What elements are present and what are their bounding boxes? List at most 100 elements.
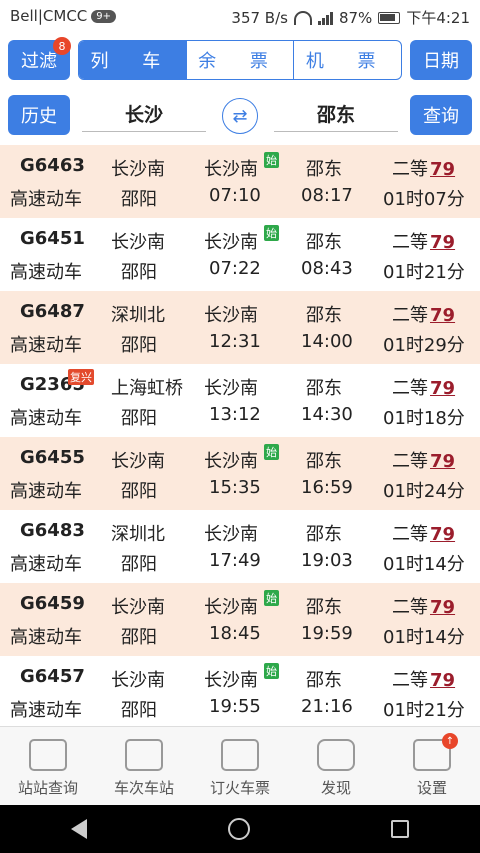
- origin-station-badge: 始: [264, 663, 279, 679]
- seat-label: 二等: [392, 524, 428, 545]
- nav-settings[interactable]: ↑ 设置: [384, 727, 480, 805]
- origin-station-badge: 始: [264, 590, 279, 606]
- clock: 下午4:21: [406, 9, 470, 27]
- train-type: 高速动车: [10, 627, 82, 648]
- date-label: 日期: [423, 51, 459, 72]
- train-number: G6451: [20, 228, 85, 249]
- train-type: 高速动车: [10, 700, 82, 721]
- origin-station: 长沙南: [111, 159, 165, 180]
- terminal-city: 邵阳: [121, 481, 157, 502]
- train-row[interactable]: G6459 高速动车 长沙南 邵阳 长沙南 18:45 邵东 19:59 01时14分 二等 79 始: [0, 583, 480, 656]
- arrival-station: 邵东: [306, 378, 342, 399]
- nav-book-ticket[interactable]: 订火车票: [192, 727, 288, 805]
- tab-flights[interactable]: 机 票: [293, 41, 401, 79]
- price-link[interactable]: 79: [430, 524, 455, 545]
- nav-label: 站站查询: [17, 779, 78, 797]
- origin-station: 深圳北: [111, 524, 165, 545]
- nav-discover[interactable]: 发现: [288, 727, 384, 805]
- tab-remaining-tickets[interactable]: 余 票: [185, 41, 294, 79]
- travel-duration: 01时29分: [383, 335, 465, 356]
- train-row[interactable]: G6483 高速动车 深圳北 邵阳 长沙南 17:49 邵东 19:03 01时14分 二等 79: [0, 510, 480, 583]
- departure-time: 07:10: [209, 185, 261, 206]
- search-button[interactable]: 查询: [410, 95, 472, 135]
- arrival-time: 19:03: [301, 550, 353, 571]
- train-row[interactable]: G6487 高速动车 深圳北 邵阳 长沙南 12:31 邵东 14:00 01时29分 二等 79: [0, 291, 480, 364]
- price-link[interactable]: 79: [430, 305, 455, 326]
- filter-count-badge: 8: [53, 37, 71, 55]
- departure-time: 15:35: [209, 477, 261, 498]
- travel-duration: 01时21分: [383, 262, 465, 283]
- train-number: G6487: [20, 301, 85, 322]
- train-row[interactable]: G6451 高速动车 长沙南 邵阳 长沙南 07:22 邵东 08:43 01时21分 二等 79 始: [0, 218, 480, 291]
- train-row[interactable]: G6463 高速动车 长沙南 邵阳 长沙南 07:10 邵东 08:17 01时07分 二等 79 始: [0, 145, 480, 218]
- train-number: G6483: [20, 520, 85, 541]
- briefcase-icon: [125, 739, 163, 771]
- swap-icon[interactable]: ⇄: [222, 98, 258, 134]
- origin-station: 深圳北: [111, 305, 165, 326]
- train-row[interactable]: G2365 高速动车 上海虹桥 邵阳 长沙南 13:12 邵东 14:30 01时18分 二等 79…: [0, 364, 480, 437]
- departure-station: 长沙南: [204, 597, 258, 618]
- seat-class: 二等 79: [392, 374, 455, 400]
- arrival-time: 08:43: [301, 258, 353, 279]
- nav-label: 车次车站: [113, 779, 174, 797]
- seat-label: 二等: [392, 597, 428, 618]
- carrier-label: Bell|CMCC: [10, 7, 88, 25]
- train-number: G6463: [20, 155, 85, 176]
- arrival-station: 邵东: [306, 305, 342, 326]
- departure-station: 长沙南: [204, 524, 258, 545]
- price-link[interactable]: 79: [430, 232, 455, 253]
- update-badge-icon: ↑: [442, 733, 458, 749]
- network-speed: 357 B/s: [231, 8, 288, 27]
- terminal-city: 邵阳: [121, 627, 157, 648]
- notification-count: 9+: [91, 9, 117, 23]
- price-link[interactable]: 79: [430, 597, 455, 618]
- arrival-time: 08:17: [301, 185, 353, 206]
- chat-bubble-icon: [317, 739, 355, 771]
- back-icon[interactable]: [70, 819, 87, 839]
- date-button[interactable]: 日期: [410, 40, 472, 80]
- system-nav-bar: [0, 805, 480, 853]
- origin-station: 长沙南: [111, 670, 165, 691]
- departure-time: 13:12: [209, 404, 261, 425]
- signal-icon: [317, 11, 333, 25]
- arrival-station: 邵东: [306, 597, 342, 618]
- price-link[interactable]: 79: [430, 159, 455, 180]
- origin-station-badge: 始: [264, 225, 279, 241]
- from-city-field[interactable]: 长沙: [82, 96, 206, 132]
- departure-time: 18:45: [209, 623, 261, 644]
- seat-class: 二等 79: [392, 447, 455, 473]
- price-link[interactable]: 79: [430, 378, 455, 399]
- price-link[interactable]: 79: [430, 670, 455, 691]
- recent-apps-icon[interactable]: [391, 820, 410, 838]
- departure-station: 长沙南: [204, 305, 258, 326]
- travel-duration: 01时21分: [383, 700, 465, 721]
- arrival-time: 14:30: [301, 404, 353, 425]
- terminal-city: 邵阳: [121, 189, 157, 210]
- arrival-time: 14:00: [301, 331, 353, 352]
- train-number: G6455: [20, 447, 85, 468]
- to-city-field[interactable]: 邵东: [274, 96, 398, 132]
- departure-time: 12:31: [209, 331, 261, 352]
- nav-train-station[interactable]: 车次车站: [96, 727, 192, 805]
- seat-class: 二等 79: [392, 593, 455, 619]
- history-button[interactable]: 历史: [8, 95, 70, 135]
- arrival-time: 19:59: [301, 623, 353, 644]
- nav-label: 订火车票: [209, 779, 270, 797]
- departure-station: 长沙南: [204, 232, 258, 253]
- travel-duration: 01时14分: [383, 554, 465, 575]
- origin-station: 长沙南: [111, 451, 165, 472]
- travel-duration: 01时18分: [383, 408, 465, 429]
- tab-trains[interactable]: 列 车: [79, 41, 186, 79]
- train-row[interactable]: G6455 高速动车 长沙南 邵阳 长沙南 15:35 邵东 16:59 01时24分 二等 79 始: [0, 437, 480, 510]
- home-icon[interactable]: [227, 818, 250, 840]
- seat-label: 二等: [392, 451, 428, 472]
- departure-station: 长沙南: [204, 159, 258, 180]
- seat-label: 二等: [392, 159, 428, 180]
- arrival-time: 21:16: [301, 696, 353, 717]
- price-link[interactable]: 79: [430, 451, 455, 472]
- train-row[interactable]: G6457 高速动车 长沙南 邵阳 长沙南 19:55 邵东 21:16 01时21分 二等 79 始: [0, 656, 480, 729]
- nav-station-query[interactable]: 站站查询: [0, 727, 96, 805]
- origin-station: 长沙南: [111, 232, 165, 253]
- train-number: G6459: [20, 593, 85, 614]
- terminal-city: 邵阳: [121, 262, 157, 283]
